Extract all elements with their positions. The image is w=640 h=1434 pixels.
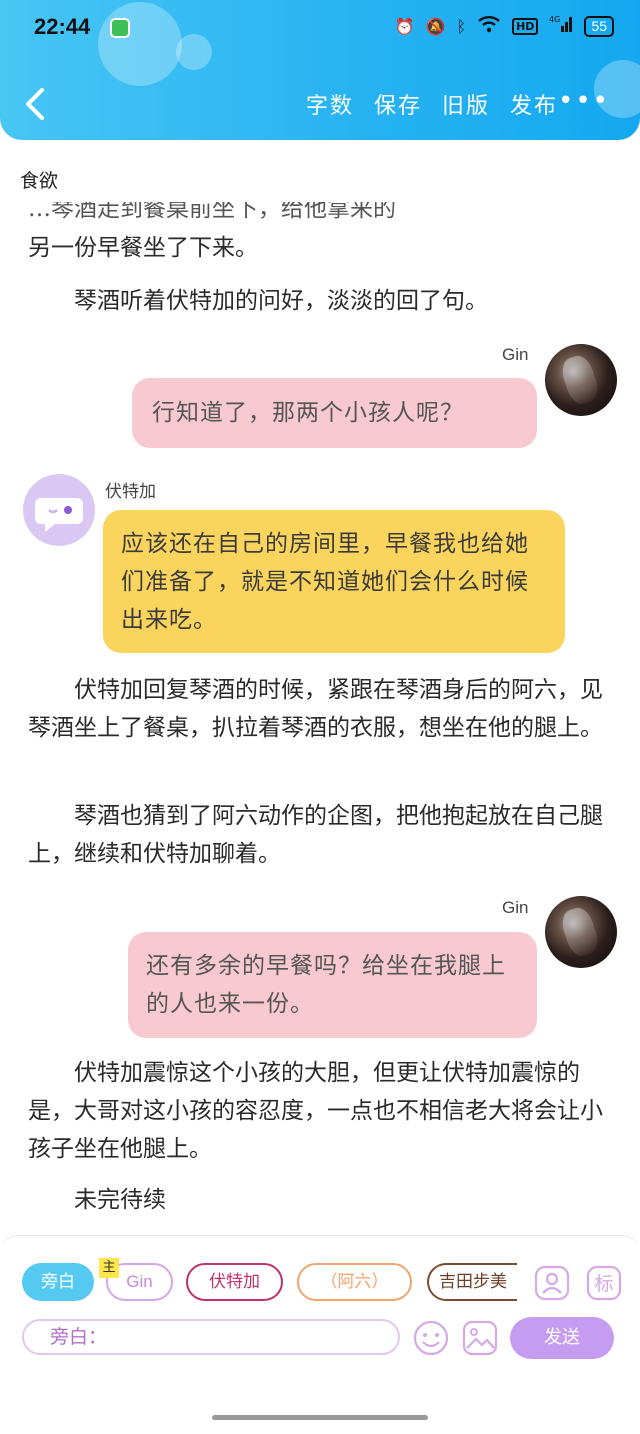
status-icons: ⏰ 🔕 ᛒ HD 4G 55	[395, 14, 614, 38]
main-role-badge: 主	[99, 1258, 119, 1278]
clock: 22:44	[34, 14, 91, 39]
speaker-name: Gin	[502, 898, 529, 917]
word-count-button[interactable]: 字数	[306, 88, 354, 120]
vodka-avatar[interactable]	[23, 474, 95, 546]
header-bar: 22:44 ⏰ 🔕 ᛒ HD 4G 55 字数 保存 旧版 发布 •••	[0, 0, 640, 140]
paragraph[interactable]: 另一份早餐坐了下来。	[28, 229, 608, 267]
hd-icon: HD	[512, 17, 539, 35]
speaker-name: Gin	[502, 345, 529, 364]
nav-actions: 字数 保存 旧版 发布	[306, 88, 558, 120]
paragraph[interactable]: 伏特加回复琴酒的时候，紧跟在琴酒身后的阿六，见琴酒坐上了餐桌，扒拉着琴酒的衣服，…	[28, 671, 608, 747]
chat-bubble-gin[interactable]: 还有多余的早餐吗？给坐在我腿上的人也来一份。	[128, 932, 537, 1038]
paragraph[interactable]: 伏特加震惊这个小孩的大胆，但更让伏特加震惊的是，大哥对这小孩的容忍度，一点也不相…	[28, 1054, 608, 1168]
chapter-title: 食欲	[20, 170, 59, 192]
gin-avatar[interactable]	[545, 344, 617, 416]
role-chip-yoshida[interactable]: 吉田步美	[427, 1263, 517, 1301]
wifi-icon	[477, 15, 501, 37]
old-version-button[interactable]: 旧版	[442, 88, 490, 120]
editor-toolbar: 旁白 Gin 主 伏特加 （阿六） 吉田步美 标 旁白： 发送	[0, 1235, 640, 1434]
back-icon[interactable]	[22, 86, 48, 122]
chat-bubble-icon	[35, 498, 83, 532]
svg-text:4G: 4G	[549, 15, 560, 24]
app-notification-icon	[110, 18, 130, 38]
message-input[interactable]: 旁白：	[22, 1319, 400, 1355]
alarm-icon: ⏰	[394, 16, 415, 36]
signal-icon: 4G	[549, 14, 573, 38]
emoji-icon[interactable]	[413, 1320, 449, 1356]
gin-avatar[interactable]	[545, 896, 617, 968]
partial-paragraph-text: …琴酒走到餐桌前坐下，给他拿来的	[28, 202, 396, 222]
mute-icon: 🔕	[425, 16, 446, 36]
image-icon[interactable]	[462, 1320, 498, 1356]
role-chip-narration[interactable]: 旁白	[22, 1263, 94, 1301]
chat-bubble-vodka[interactable]: 应该还在自己的房间里，早餐我也给她们准备了，就是不知道她们会什么时候出来吃。	[103, 510, 565, 653]
character-icon[interactable]	[534, 1265, 570, 1301]
paragraph[interactable]: 未完待续	[28, 1181, 608, 1219]
publish-button[interactable]: 发布	[510, 88, 558, 120]
save-button[interactable]: 保存	[374, 88, 422, 120]
home-indicator[interactable]	[212, 1415, 428, 1420]
send-button[interactable]: 发送	[510, 1317, 614, 1359]
speaker-name: 伏特加	[105, 482, 156, 502]
more-icon[interactable]: •••	[558, 86, 610, 116]
paragraph[interactable]: 琴酒也猜到了阿六动作的企图，把他抱起放在自己腿上，继续和伏特加聊着。	[28, 797, 608, 873]
battery-indicator: 55	[584, 15, 614, 37]
bluetooth-icon: ᛒ	[456, 16, 467, 36]
chat-bubble-gin[interactable]: 行知道了，那两个小孩人呢？	[132, 378, 537, 448]
tag-icon[interactable]: 标	[586, 1265, 622, 1301]
nav-bar: 字数 保存 旧版 发布 •••	[0, 72, 640, 136]
svg-text:标: 标	[594, 1273, 613, 1295]
role-chip-aliu[interactable]: （阿六）	[297, 1263, 412, 1301]
role-chip-vodka[interactable]: 伏特加	[186, 1263, 283, 1301]
paragraph[interactable]: 琴酒听着伏特加的问好，淡淡的回了句。	[28, 282, 608, 320]
status-bar: 22:44 ⏰ 🔕 ᛒ HD 4G 55	[0, 0, 640, 58]
